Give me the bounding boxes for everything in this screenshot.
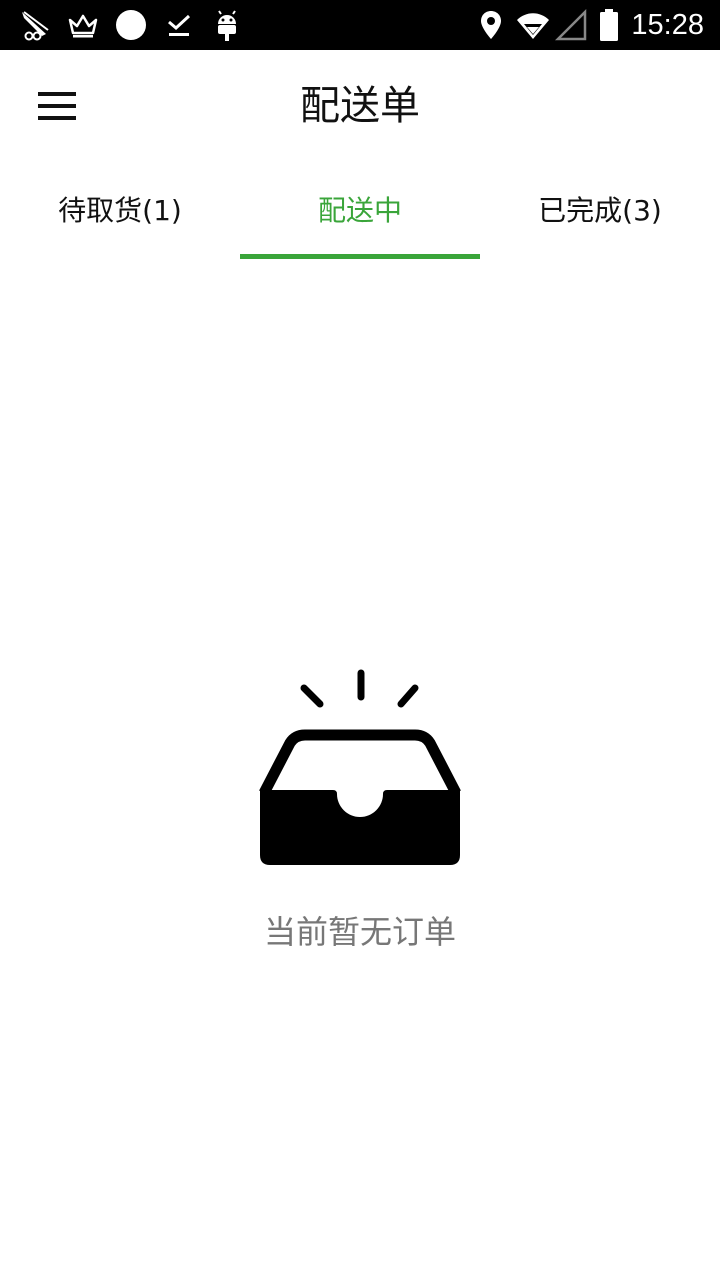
- battery-icon: [600, 9, 618, 41]
- wifi-icon: [517, 13, 549, 39]
- android-icon: [218, 10, 236, 41]
- page-title: 配送单: [300, 83, 420, 129]
- signal-icon: [554, 8, 587, 41]
- feather-icon: [22, 11, 49, 41]
- order-tabs: 待取货(1) 配送中 已完成(3): [0, 162, 720, 260]
- crown-icon: [68, 14, 98, 38]
- status-time: 15:28: [631, 9, 704, 41]
- active-tab-indicator: [240, 254, 480, 259]
- app-toolbar: 配送单: [0, 50, 720, 162]
- tab-delivering[interactable]: 配送中: [240, 162, 480, 260]
- tab-completed[interactable]: 已完成(3): [480, 162, 720, 260]
- download-done-icon: [168, 14, 191, 36]
- empty-state-message: 当前暂无订单: [263, 913, 456, 951]
- status-bar: 15:28: [0, 0, 720, 50]
- tab-pending-pickup[interactable]: 待取货(1): [0, 162, 240, 260]
- empty-inbox-icon: [259, 669, 461, 865]
- circle-icon: [116, 10, 146, 40]
- location-icon: [481, 11, 501, 39]
